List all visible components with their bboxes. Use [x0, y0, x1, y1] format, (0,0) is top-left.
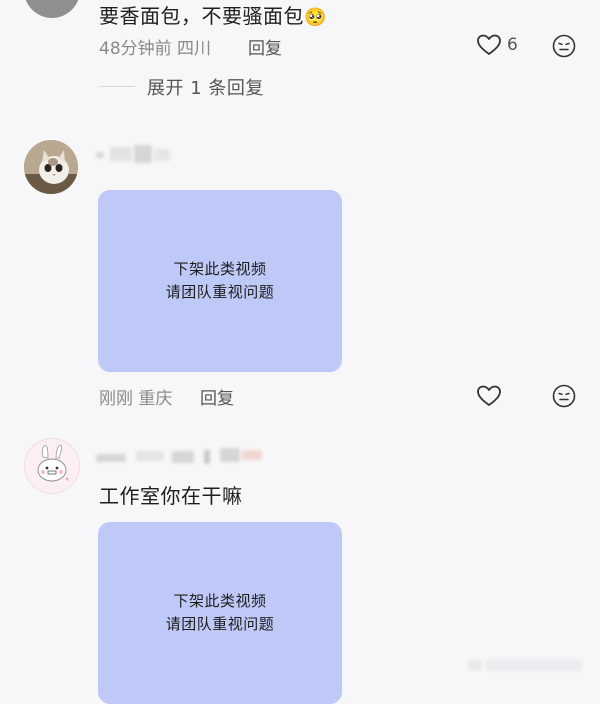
avatar-bunny[interactable] [24, 438, 80, 494]
dislike-face-icon[interactable] [552, 384, 576, 408]
avatar-cat[interactable] [24, 140, 78, 194]
dislike-face-icon[interactable] [552, 34, 576, 58]
image-card-cat[interactable]: 下架此类视频 请团队重视问题 [98, 190, 342, 372]
heart-icon[interactable] [476, 384, 502, 408]
expand-replies-button[interactable]: 展开 1 条回复 [147, 74, 264, 100]
card-text-line2: 请团队重视问题 [165, 283, 275, 301]
heart-icon [477, 34, 501, 55]
expand-divider [99, 86, 135, 87]
like-count: 6 [507, 35, 518, 55]
comment-text-bunny: 工作室你在干嘛 [99, 484, 243, 508]
bunny-illustration [37, 444, 69, 482]
image-card-bunny[interactable]: 下架此类视频 请团队重视问题 [98, 522, 342, 704]
cat-photo [24, 140, 78, 194]
username-blurred-bunny[interactable] [96, 444, 276, 468]
like-button-top[interactable]: 6 [476, 33, 526, 59]
comment-time-location: 48分钟前 四川 [99, 39, 212, 59]
card-text-line1: 下架此类视频 [173, 260, 267, 278]
card-text-line2: 请团队重视问题 [165, 615, 275, 633]
reply-button-cat[interactable]: 回复 [200, 384, 234, 409]
comment-text: 要香面包，不要骚面包 [99, 4, 304, 28]
comment-time-location-cat: 刚刚 重庆 [99, 389, 173, 409]
watermark [468, 656, 588, 674]
comment-text-top: 要香面包，不要骚面包🥺 [99, 0, 327, 29]
username-blurred-cat[interactable] [96, 145, 178, 165]
comment-meta-top: 48分钟前 四川 [99, 34, 211, 59]
avatar-top[interactable] [24, 0, 80, 18]
emoji-icon: 🥺 [304, 7, 327, 28]
reply-button-top[interactable]: 回复 [248, 34, 282, 59]
card-text-line1: 下架此类视频 [173, 592, 267, 610]
